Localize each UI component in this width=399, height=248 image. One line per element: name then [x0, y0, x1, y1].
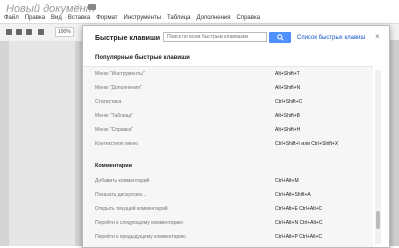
- shortcut-keys: Alt+Shift+H: [275, 127, 301, 133]
- shortcut-name: Меню "Дополнения": [95, 85, 142, 91]
- menu-addons[interactable]: Дополнения: [197, 15, 231, 21]
- menu-bar: Файл Правка Вид Вставка Формат Инструмен…: [4, 15, 260, 21]
- shortcut-name: Статистика: [95, 99, 122, 105]
- menu-format[interactable]: Формат: [96, 15, 117, 21]
- search-input[interactable]: [163, 32, 267, 42]
- dialog-title: Быстрые клавиши: [95, 35, 161, 42]
- shortcut-row: Меню "Инструменты" Alt+Shift+T: [83, 67, 373, 81]
- shortcut-row: Меню "Таблица" Alt+Shift+B: [83, 109, 373, 123]
- shortcut-row: Показать дискуссию... Ctrl+Alt+Shift+A: [83, 188, 373, 202]
- undo-icon[interactable]: [16, 29, 22, 35]
- menu-help[interactable]: Справка: [237, 15, 261, 21]
- shortcut-name: Меню "Инструменты": [95, 71, 145, 77]
- menu-tools[interactable]: Инструменты: [124, 15, 161, 21]
- scrollbar-thumb[interactable]: [376, 211, 380, 229]
- shortcut-name: Перейти к следующему комментарию: [95, 220, 184, 226]
- shortcut-row: Добавить комментарий Ctrl+Alt+M: [83, 174, 373, 188]
- shortcut-row: Перейти к следующему комментарию Ctrl+Al…: [83, 216, 373, 230]
- menu-view[interactable]: Вид: [51, 15, 62, 21]
- shortcut-keys: Ctrl+Alt+P Ctrl+Alt+C: [275, 234, 323, 240]
- zoom-select[interactable]: 100%: [55, 27, 74, 37]
- search-button[interactable]: [269, 32, 291, 43]
- menu-insert[interactable]: Вставка: [68, 15, 90, 21]
- shortcut-keys: Ctrl+Shift+C: [275, 99, 303, 105]
- shortcut-row: Контекстное меню Ctrl+Shift+\ или Ctrl+S…: [83, 137, 373, 151]
- menu-edit[interactable]: Правка: [25, 15, 45, 21]
- shortcut-keys: Alt+Shift+N: [275, 85, 301, 91]
- menu-table[interactable]: Таблица: [167, 15, 191, 21]
- shortcut-keys: Ctrl+Alt+E Ctrl+Alt+C: [275, 206, 323, 212]
- search-icon: [276, 34, 284, 41]
- shortcut-list: Меню "Инструменты" Alt+Shift+T Меню "Доп…: [83, 67, 373, 247]
- all-shortcuts-link[interactable]: Список быстрых клавиш: [297, 35, 365, 41]
- shortcut-name: Открыть текущий комментарий: [95, 206, 168, 212]
- shortcut-keys: Alt+Shift+B: [275, 113, 301, 119]
- shortcut-name: Показать дискуссию...: [95, 192, 147, 198]
- menu-file[interactable]: Файл: [4, 15, 19, 21]
- document-page: [9, 41, 75, 246]
- shortcut-keys: Ctrl+Alt+M: [275, 178, 299, 184]
- shortcut-keys: Alt+Shift+T: [275, 71, 300, 77]
- shortcut-name: Меню "Таблица": [95, 113, 134, 119]
- shortcut-row: Перейти к предыдущему комментарию Ctrl+A…: [83, 230, 373, 244]
- shortcut-name: Перейти к предыдущему комментарию: [95, 234, 186, 240]
- shortcut-row: Меню "Дополнения" Alt+Shift+N: [83, 81, 373, 95]
- close-icon[interactable]: ×: [375, 32, 380, 41]
- popular-heading: Популярные быстрые клавиши: [95, 55, 190, 61]
- shortcut-name: Контекстное меню: [95, 141, 138, 147]
- paint-format-icon[interactable]: [38, 29, 44, 35]
- shortcut-name: Меню "Справка": [95, 127, 134, 133]
- shortcut-row: Открыть текущий комментарий Ctrl+Alt+E C…: [83, 202, 373, 216]
- star-icon[interactable]: ☆: [74, 2, 83, 13]
- folder-icon[interactable]: [88, 4, 96, 10]
- redo-icon[interactable]: [26, 29, 32, 35]
- shortcut-keys: Ctrl+Shift+\ или Ctrl+Shift+X: [275, 141, 339, 147]
- shortcut-row: Меню "Справка" Alt+Shift+H: [83, 123, 373, 137]
- shortcut-keys: Ctrl+Alt+N Ctrl+Alt+C: [275, 220, 323, 226]
- shortcut-row: Статистика Ctrl+Shift+C: [83, 95, 373, 109]
- shortcut-keys: Ctrl+Alt+Shift+A: [275, 192, 311, 198]
- shortcut-name: Добавить комментарий: [95, 178, 150, 184]
- print-icon[interactable]: [6, 29, 12, 35]
- comments-heading: Комментарии: [95, 163, 133, 169]
- shortcuts-dialog: Быстрые клавиши Список быстрых клавиш × …: [82, 25, 390, 248]
